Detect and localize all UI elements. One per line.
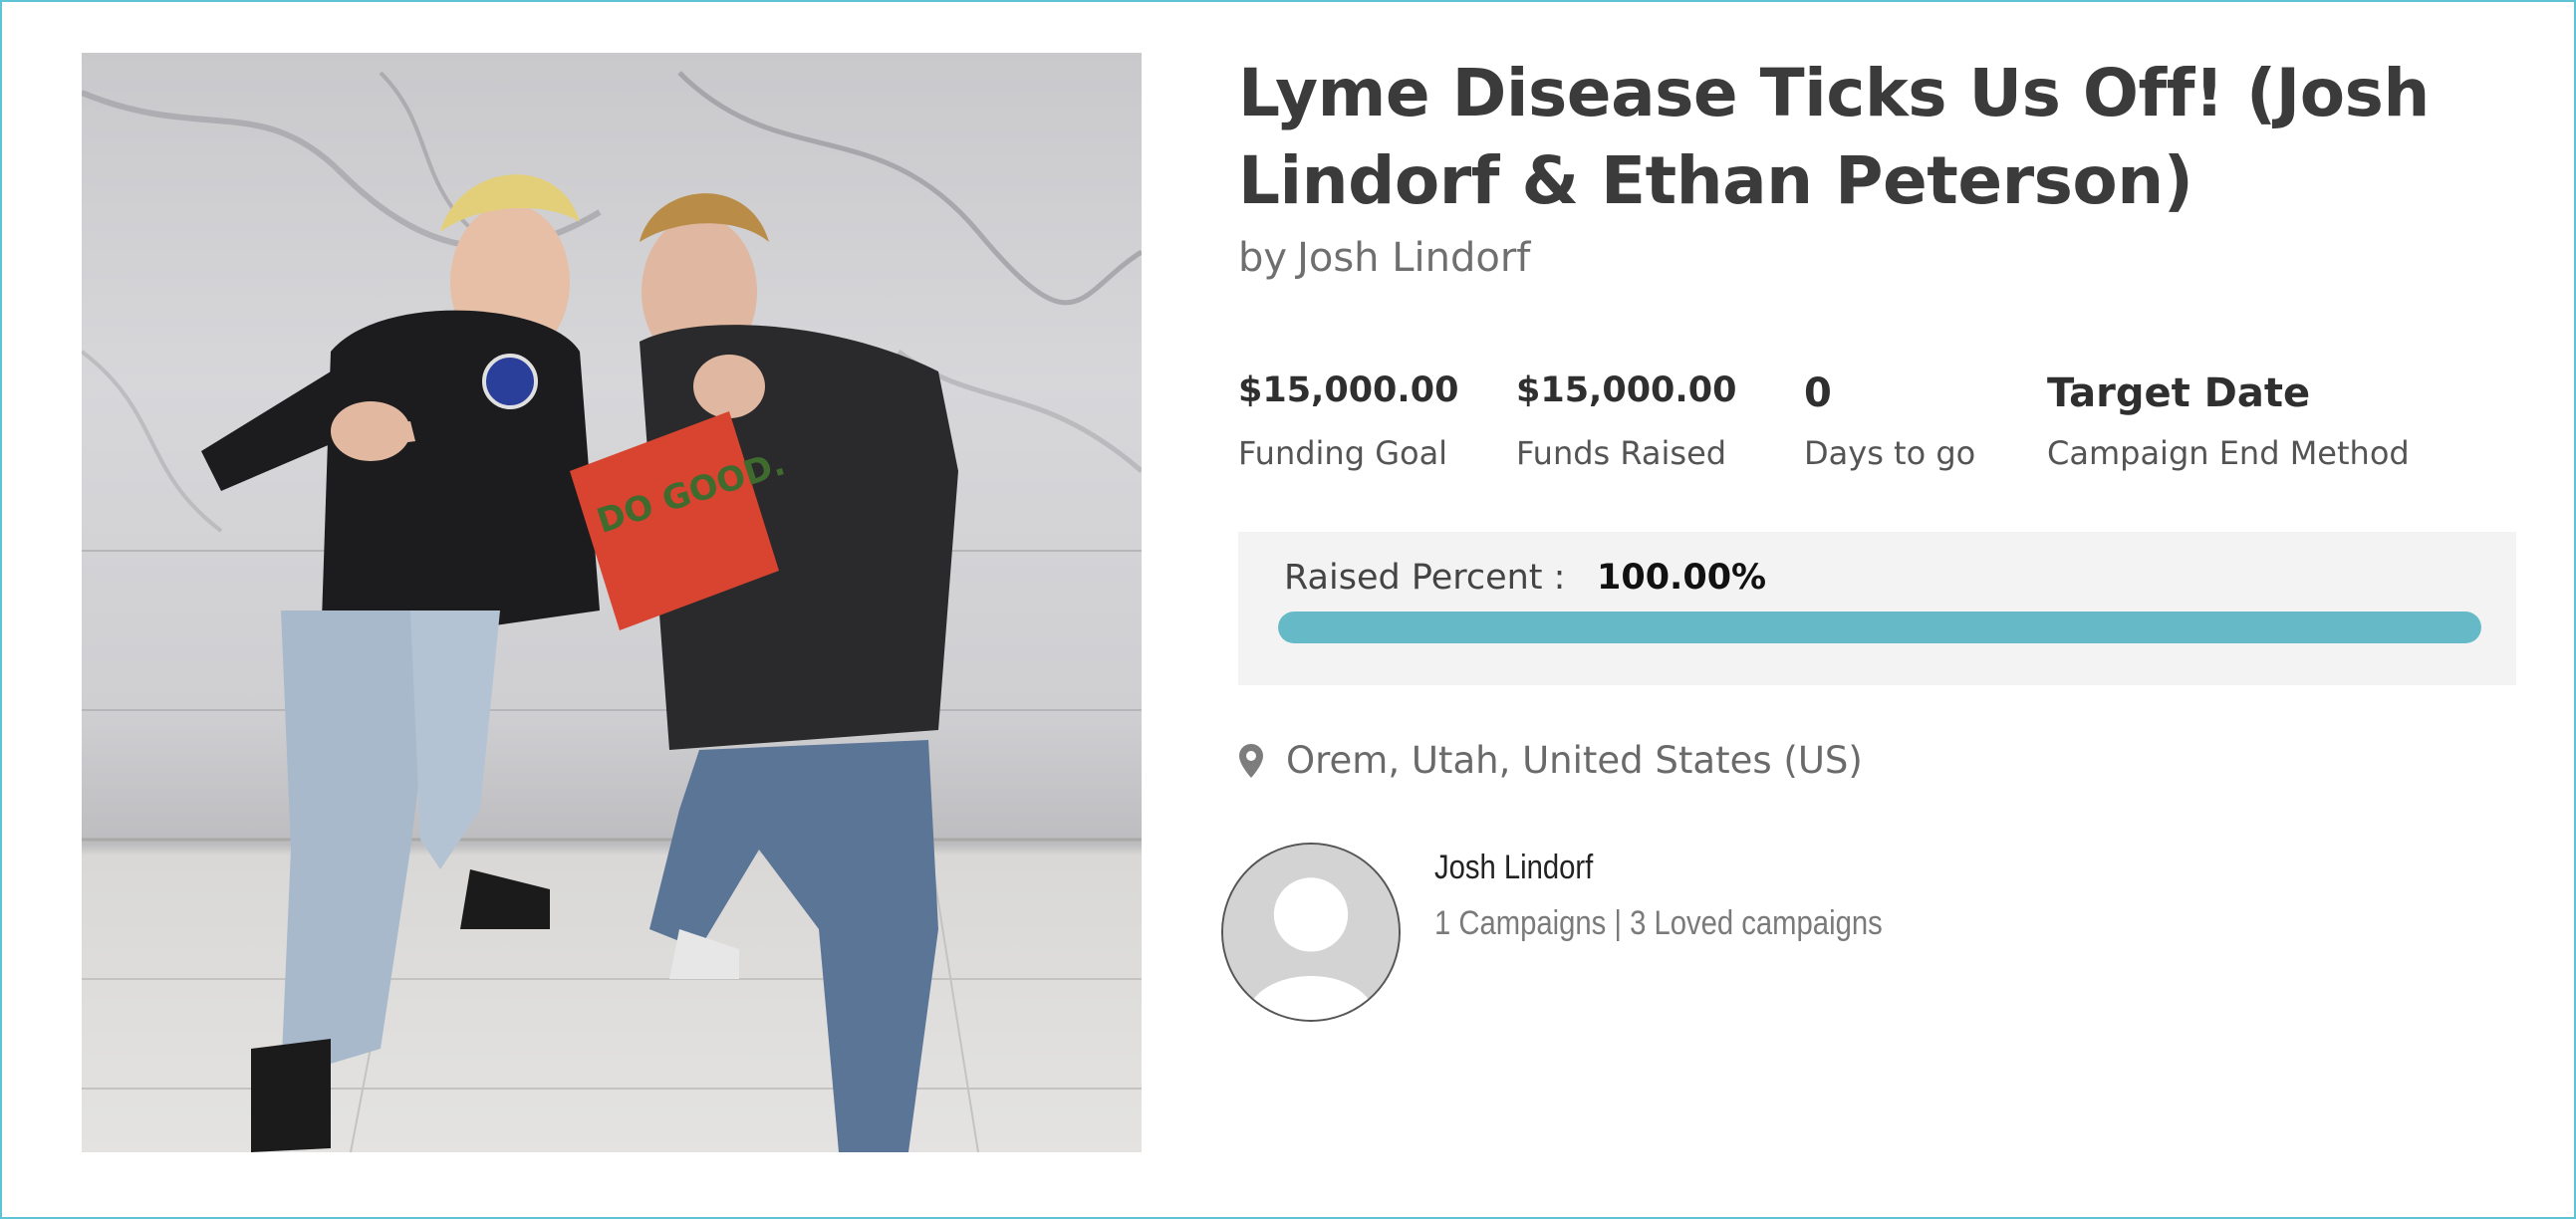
progress-bar-fill xyxy=(1278,611,2481,643)
campaign-photo: DO GOOD. xyxy=(82,53,1142,1152)
end-method-value: Target Date xyxy=(2047,370,2311,416)
author-line: by Josh Lindorf xyxy=(1238,235,1530,281)
campaign-location: Orem, Utah, United States (US) xyxy=(1238,739,1863,782)
owner-name-link[interactable]: Josh Lindorf xyxy=(1434,849,1593,887)
stat-days-to-go: 0 Days to go xyxy=(1804,370,1975,472)
progress-bar xyxy=(1278,611,2481,643)
raised-percent-label: Raised Percent : xyxy=(1284,558,1566,598)
funding-goal-value: $15,000.00 xyxy=(1238,370,1459,410)
funds-raised-value: $15,000.00 xyxy=(1516,370,1737,410)
funds-raised-label: Funds Raised xyxy=(1516,434,1727,472)
map-pin-icon xyxy=(1239,743,1263,778)
funding-goal-label: Funding Goal xyxy=(1238,434,1448,472)
location-text: Orem, Utah, United States (US) xyxy=(1286,739,1863,782)
raised-percent-value: 100.00% xyxy=(1597,558,1767,598)
author-name: Josh Lindorf xyxy=(1297,235,1531,281)
owner-campaign-stats: 1 Campaigns | 3 Loved campaigns xyxy=(1434,904,1883,942)
owner-avatar[interactable] xyxy=(1221,843,1401,1022)
stat-funding-goal: $15,000.00 Funding Goal xyxy=(1238,370,1458,472)
stat-funds-raised: $15,000.00 Funds Raised xyxy=(1516,370,1736,472)
end-method-label: Campaign End Method xyxy=(2047,434,2410,472)
by-prefix: by xyxy=(1238,235,1288,281)
days-to-go-label: Days to go xyxy=(1804,434,1976,472)
default-user-icon xyxy=(1223,845,1399,1020)
raised-percent-box: Raised Percent : 100.00% xyxy=(1238,532,2516,685)
days-to-go-value: 0 xyxy=(1804,370,1832,416)
stat-end-method: Target Date Campaign End Method xyxy=(2047,370,2410,472)
campaign-title: Lyme Disease Ticks Us Off! (Josh Lindorf… xyxy=(1238,55,2430,219)
